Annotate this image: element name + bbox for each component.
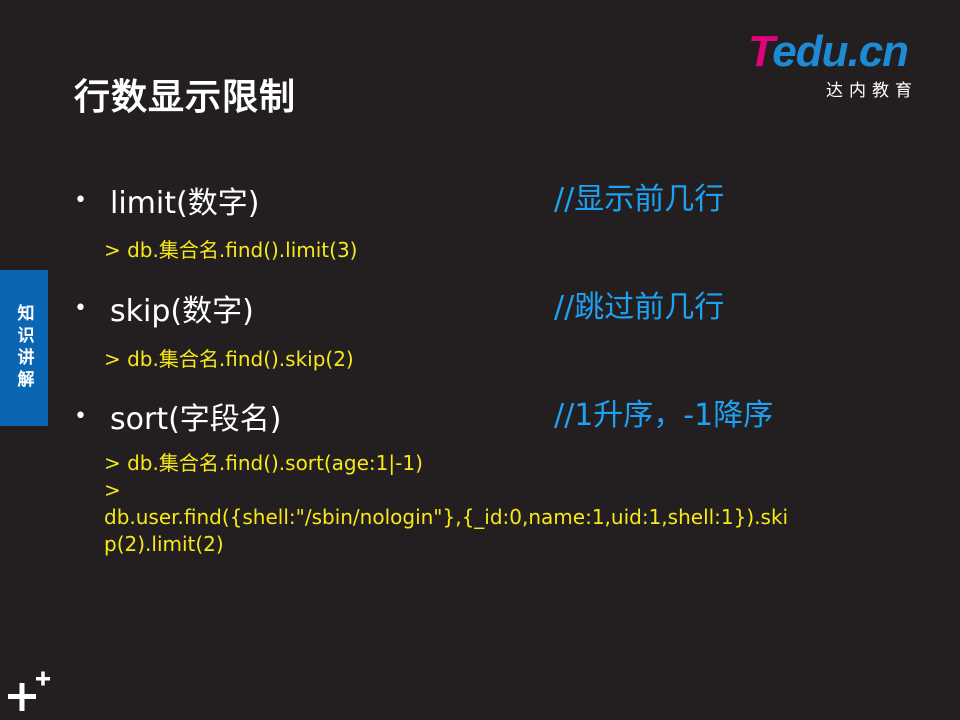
side-tab-knowledge: 知识讲解 (0, 270, 48, 426)
side-tab-label: 知识讲解 (13, 304, 34, 392)
bullet-skip: • skip(数字) (74, 288, 254, 329)
code-line: > db.集合名.find().sort(age:1|-1) (104, 451, 423, 475)
bullet-dot: • (74, 403, 87, 429)
logo-letter-t: T (748, 27, 773, 76)
code-block-sort: > db.集合名.find().sort(age:1|-1) > db.user… (104, 450, 844, 558)
logo-subtitle: 达内教育 (826, 81, 918, 101)
bullet-dot: • (74, 187, 87, 213)
bullet-dot: • (74, 295, 87, 321)
code-line: p(2).limit(2) (104, 532, 224, 556)
code-line: db.user.find({shell:"/sbin/nologin"},{_i… (104, 505, 789, 529)
logo-letters-rest: edu.cn (772, 27, 909, 76)
slide: 行数显示限制 Tedu.cn 达内教育 知识讲解 • limit(数字) //显… (0, 0, 960, 720)
bullet-label: skip(数字) (110, 294, 254, 329)
plus-decoration-icon (8, 671, 50, 711)
logo-wordmark: Tedu.cn (748, 27, 909, 76)
code-example: > db.集合名.find().skip(2) (104, 347, 354, 371)
slide-title: 行数显示限制 (74, 77, 297, 118)
bullet-label: sort(字段名) (110, 402, 282, 437)
bullet-sort: • sort(字段名) (74, 396, 282, 437)
bullet-comment: //1升序，-1降序 (554, 398, 774, 433)
bullet-comment: //跳过前几行 (554, 290, 725, 325)
bullet-comment: //显示前几行 (554, 182, 725, 217)
code-line: > (104, 478, 121, 502)
bullet-label: limit(数字) (110, 186, 260, 221)
tedu-logo: Tedu.cn 达内教育 (748, 27, 938, 102)
code-example: > db.集合名.find().limit(3) (104, 238, 358, 262)
bullet-limit: • limit(数字) (74, 180, 260, 221)
